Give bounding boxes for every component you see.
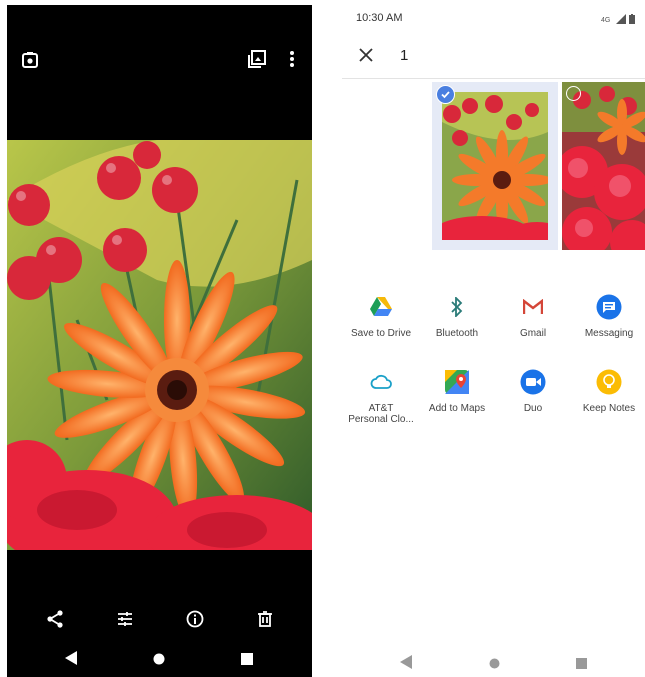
close-icon[interactable] <box>356 45 376 65</box>
thumbnail-image <box>442 92 548 240</box>
selected-thumbnail[interactable] <box>432 82 558 250</box>
checked-icon[interactable] <box>436 85 455 104</box>
share-target-bluetooth[interactable]: Bluetooth <box>419 294 495 339</box>
camera-icon[interactable] <box>21 51 39 74</box>
back-icon[interactable] <box>65 651 77 670</box>
delete-icon[interactable] <box>251 605 279 633</box>
messaging-icon <box>596 294 622 320</box>
share-icon[interactable] <box>41 605 69 633</box>
share-target-keep[interactable]: Keep Notes <box>571 369 645 414</box>
selected-count: 1 <box>400 47 409 64</box>
share-target-drive[interactable]: Save to Drive <box>343 294 419 339</box>
status-icons: 4G <box>601 11 635 29</box>
share-target-gmail[interactable]: Gmail <box>495 294 571 339</box>
divider <box>342 78 645 79</box>
share-target-label: Gmail <box>519 328 547 339</box>
share-target-att-cloud[interactable]: AT&T Personal Clo... <box>343 369 419 425</box>
home-icon[interactable] <box>489 656 500 674</box>
recents-icon[interactable] <box>241 652 253 670</box>
gallery-icon[interactable] <box>248 50 266 73</box>
more-vert-icon[interactable] <box>288 50 296 73</box>
share-target-label: Save to Drive <box>350 328 412 339</box>
share-target-label: Add to Maps <box>428 403 486 414</box>
share-target-label: Duo <box>523 403 543 414</box>
nav-bar <box>342 650 645 674</box>
recents-icon[interactable] <box>576 656 587 674</box>
photo-viewer <box>7 5 312 677</box>
share-target-label: Messaging <box>584 328 634 339</box>
share-target-messaging[interactable]: Messaging <box>571 294 645 339</box>
unselected-thumbnail[interactable] <box>562 82 645 250</box>
keep-icon <box>596 369 622 395</box>
share-sheet: 10:30 AM 4G 1 Save to Drive Bluetooth Gm… <box>342 0 645 677</box>
cloud-icon <box>368 369 394 395</box>
share-target-duo[interactable]: Duo <box>495 369 571 414</box>
share-target-label: Keep Notes <box>582 403 636 414</box>
maps-icon <box>444 369 470 395</box>
svg-text:4G: 4G <box>601 17 610 24</box>
duo-icon <box>520 369 546 395</box>
share-target-label: Bluetooth <box>435 328 479 339</box>
viewer-actions <box>7 605 312 633</box>
unchecked-icon[interactable] <box>566 86 581 101</box>
flower-photo <box>7 140 312 550</box>
status-time: 10:30 AM <box>356 12 403 24</box>
back-icon[interactable] <box>400 655 412 674</box>
share-target-label: AT&T Personal Clo... <box>348 403 414 425</box>
gmail-icon <box>520 294 546 320</box>
drive-icon <box>368 294 394 320</box>
info-icon[interactable] <box>181 605 209 633</box>
signal-icon <box>616 11 626 29</box>
nav-bar <box>7 645 312 675</box>
battery-icon <box>629 11 635 29</box>
share-target-maps[interactable]: Add to Maps <box>419 369 495 414</box>
edit-adjust-icon[interactable] <box>111 605 139 633</box>
home-icon[interactable] <box>153 652 165 670</box>
bluetooth-icon <box>444 294 470 320</box>
4g-icon: 4G <box>601 11 613 29</box>
